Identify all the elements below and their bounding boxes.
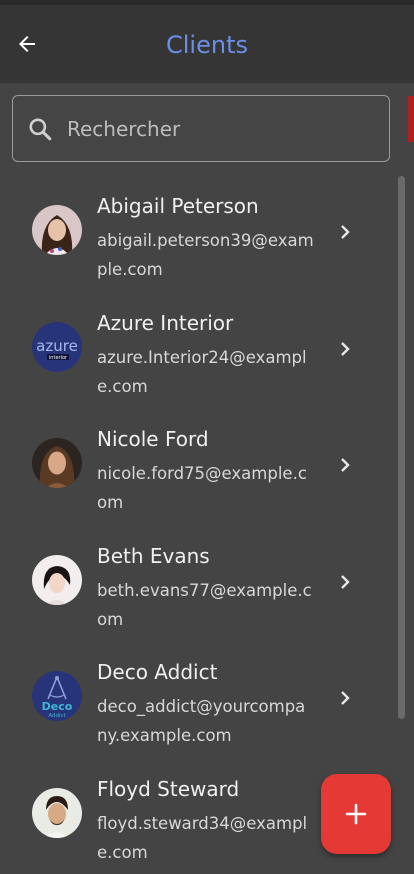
edge-artifact <box>408 96 414 142</box>
client-email: azure.Interior24@example.com <box>97 347 307 396</box>
scrollbar[interactable] <box>398 176 405 719</box>
avatar: azure interior <box>32 321 82 372</box>
client-email: beth.evans77@example.com <box>97 580 312 629</box>
client-email: floyd.steward34@example.com <box>97 813 308 862</box>
client-row[interactable]: Nicole Ford nicole.ford75@example.com <box>0 409 400 526</box>
page-title: Clients <box>166 31 248 59</box>
client-email: nicole.ford75@example.com <box>97 464 307 512</box>
chevron-right-icon <box>341 458 350 472</box>
azure-logo-subtext: interior <box>49 355 68 361</box>
client-email: deco_addict@yourcompany.example.com <box>97 697 306 745</box>
search-input[interactable] <box>67 116 389 141</box>
avatar <box>32 438 82 488</box>
client-name: Abigail Peterson <box>97 194 259 218</box>
client-name: Floyd Steward <box>97 776 240 801</box>
chevron-right-icon <box>341 225 350 239</box>
chevron-right-icon <box>341 574 350 589</box>
client-name: Nicole Ford <box>97 427 209 451</box>
search-icon <box>29 117 52 140</box>
client-list: Abigail Peterson abigail.peterson39@exam… <box>0 176 400 874</box>
app-header: Clients <box>0 5 414 83</box>
avatar <box>32 205 82 255</box>
deco-logo-text: Deco <box>42 700 73 713</box>
deco-logo-subtext: Addict <box>48 713 66 719</box>
client-name: Deco Addict <box>97 660 218 684</box>
client-row[interactable]: Beth Evans beth.evans77@example.com <box>0 526 400 643</box>
client-row[interactable]: azure interior Azure Interior azure.Inte… <box>0 293 400 410</box>
avatar: Deco Addict <box>32 671 82 721</box>
chevron-right-icon <box>341 341 350 356</box>
add-client-button[interactable] <box>321 774 391 854</box>
avatar <box>32 554 82 605</box>
client-email: abigail.peterson39@example.com <box>97 231 314 279</box>
chevron-right-icon <box>341 691 350 705</box>
client-name: Azure Interior <box>97 310 234 335</box>
azure-logo-text: azure <box>36 337 78 355</box>
plus-icon <box>345 803 367 825</box>
search-field[interactable] <box>12 95 390 162</box>
client-row[interactable]: Deco Addict Deco Addict deco_addict@your… <box>0 642 400 759</box>
client-name: Beth Evans <box>97 543 210 568</box>
client-row[interactable]: Abigail Peterson abigail.peterson39@exam… <box>0 176 400 293</box>
avatar <box>32 787 82 838</box>
